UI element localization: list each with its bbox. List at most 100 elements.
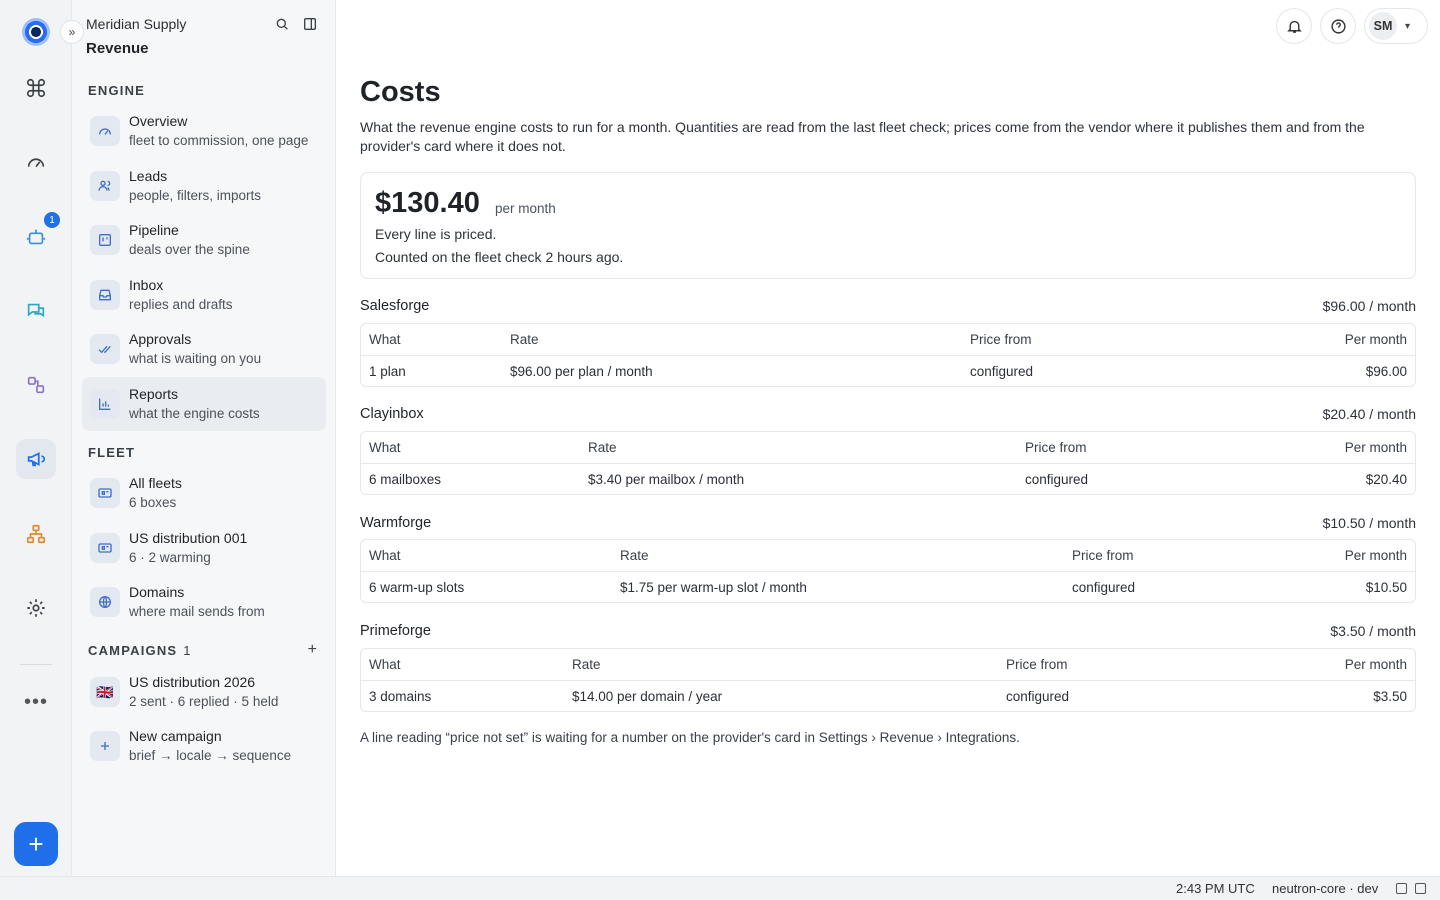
help-icon [1330,18,1346,34]
gauge-icon [90,116,120,146]
section-fleet: FLEET [88,445,136,460]
sidebar-item-approvals[interactable]: Approvals what is waiting on you [82,322,326,376]
table-header-row: What Rate Price from Per month [361,432,1415,464]
bar-chart-icon [90,389,120,419]
cell-what: 3 domains [369,689,432,704]
sidebar-item-leads[interactable]: Leads people, filters, imports [82,159,326,213]
sidebar-item-all-fleets[interactable]: All fleets 6 boxes [82,466,326,520]
sidebar-item-subtitle: what the engine costs [129,406,260,421]
account-menu[interactable]: SM ▾ [1364,8,1428,44]
sidebar-item-reports[interactable]: Reports what the engine costs [82,377,326,431]
vendor-name: Salesforge [360,298,430,314]
create-button[interactable]: + [14,822,58,866]
table-header-row: What Rate Price from Per month [361,324,1415,356]
column-header: Rate [510,332,539,347]
rail-divider [20,664,52,665]
column-header: Per month [1344,548,1407,563]
sidebar-item-subtitle: deals over the spine [129,242,250,257]
help-button[interactable] [1320,8,1356,44]
sidebar-item-title: Domains [129,584,185,600]
gauge-icon[interactable] [16,142,56,182]
sidebar-item-title: New campaign [129,728,222,744]
sidebar: Meridian Supply Revenue ENGINE Overview f… [72,0,336,876]
total-period: per month [495,201,556,216]
org-chart-icon[interactable] [16,514,56,554]
collapse-sidebar-icon[interactable] [300,14,320,34]
vendor-header: Primeforge $3.50 / month [360,623,1416,643]
table-row: 6 warm-up slots $1.75 per warm-up slot /… [361,572,1415,604]
search-icon[interactable] [272,14,292,34]
table-header-row: What Rate Price from Per month [361,649,1415,681]
users-icon [90,171,120,201]
vendor-total: $3.50 / month [1330,623,1416,639]
column-header: What [369,657,401,672]
vendor-total: $20.40 / month [1322,406,1416,422]
status-environment: neutron-core · dev [1272,881,1379,896]
sidebar-item-new-campaign[interactable]: New campaign brief → locale → sequence [82,719,326,773]
vendor-header: Warmforge $10.50 / month [360,515,1416,535]
cost-summary-card: $130.40 per month Every line is priced. … [360,172,1416,279]
notification-badge: 1 [44,212,60,228]
sidebar-item-us-distribution-001[interactable]: US distribution 001 6 · 2 warming [82,521,326,575]
cell-rate: $96.00 per plan / month [510,364,653,379]
add-campaign-icon[interactable]: + [308,641,317,659]
sidebar-item-domains[interactable]: Domains where mail sends from [82,575,326,629]
sidebar-item-subtitle: fleet to commission, one page [129,133,309,148]
sidebar-item-subtitle: brief → locale → sequence [129,748,292,763]
table-row: 1 plan $96.00 per plan / month configure… [361,356,1415,388]
footnote: A line reading “price not set” is waitin… [360,730,1020,745]
cell-per-month: $3.50 [1373,689,1407,704]
cell-what: 1 plan [369,364,406,379]
app-logo-icon[interactable] [22,18,50,46]
sidebar-item-overview[interactable]: Overview fleet to commission, one page [82,104,326,158]
cell-what: 6 warm-up slots [369,580,465,595]
sidebar-item-us-distribution-2026[interactable]: 🇬🇧 US distribution 2026 2 sent · 6 replie… [82,665,326,719]
column-header: Per month [1344,332,1407,347]
org-name: Meridian Supply [86,16,187,32]
megaphone-icon[interactable] [16,439,56,479]
sidebar-item-title: US distribution 2026 [129,674,256,690]
app-rail: 1 ••• + [0,0,72,876]
total-amount: $130.40 [375,187,480,219]
vendor-total: $10.50 / month [1322,515,1416,531]
page-title: Costs [360,76,441,108]
workflow-icon[interactable] [16,365,56,405]
section-campaigns: CAMPAIGNS 1 [88,643,191,658]
globe-icon [90,587,120,617]
summary-status: Every line is priced. [375,226,497,242]
double-check-icon [90,334,120,364]
vendor-name: Warmforge [360,515,432,531]
sidebar-item-subtitle: replies and drafts [129,297,233,312]
copy-icon[interactable] [1396,883,1407,894]
expand-sidebar-icon[interactable]: » [60,20,84,44]
sidebar-item-inbox[interactable]: Inbox replies and drafts [82,268,326,322]
column-header: Per month [1344,657,1407,672]
vendor-name: Clayinbox [360,406,424,422]
vendor-header: Salesforge $96.00 / month [360,298,1416,318]
notifications-button[interactable] [1276,8,1312,44]
cell-price-from: configured [970,364,1034,379]
column-header: What [369,332,401,347]
cell-per-month: $96.00 [1365,364,1407,379]
chat-icon[interactable] [16,291,56,331]
sidebar-item-subtitle: what is waiting on you [129,351,262,366]
sidebar-item-title: Leads [129,168,168,184]
page-description: What the revenue engine costs to run for… [360,119,1365,154]
command-icon[interactable] [16,68,56,108]
bell-icon [1286,20,1302,33]
cell-rate: $3.40 per mailbox / month [588,472,745,487]
sidebar-item-subtitle: people, filters, imports [129,188,262,203]
server-icon [90,533,120,563]
sidebar-item-pipeline[interactable]: Pipeline deals over the spine [82,213,326,267]
column-header: Rate [588,440,617,455]
table-row: 6 mailboxes $3.40 per mailbox / month co… [361,464,1415,496]
more-icon[interactable]: ••• [16,682,56,722]
vendor-name: Primeforge [360,623,431,639]
gear-icon[interactable] [16,588,56,628]
panel-icon[interactable] [1415,883,1426,894]
sidebar-item-title: Approvals [129,331,192,347]
chevron-down-icon: ▾ [1405,20,1411,32]
cell-price-from: configured [1006,689,1070,704]
uk-flag-icon: 🇬🇧 [90,677,120,707]
cell-rate: $14.00 per domain / year [572,689,723,704]
